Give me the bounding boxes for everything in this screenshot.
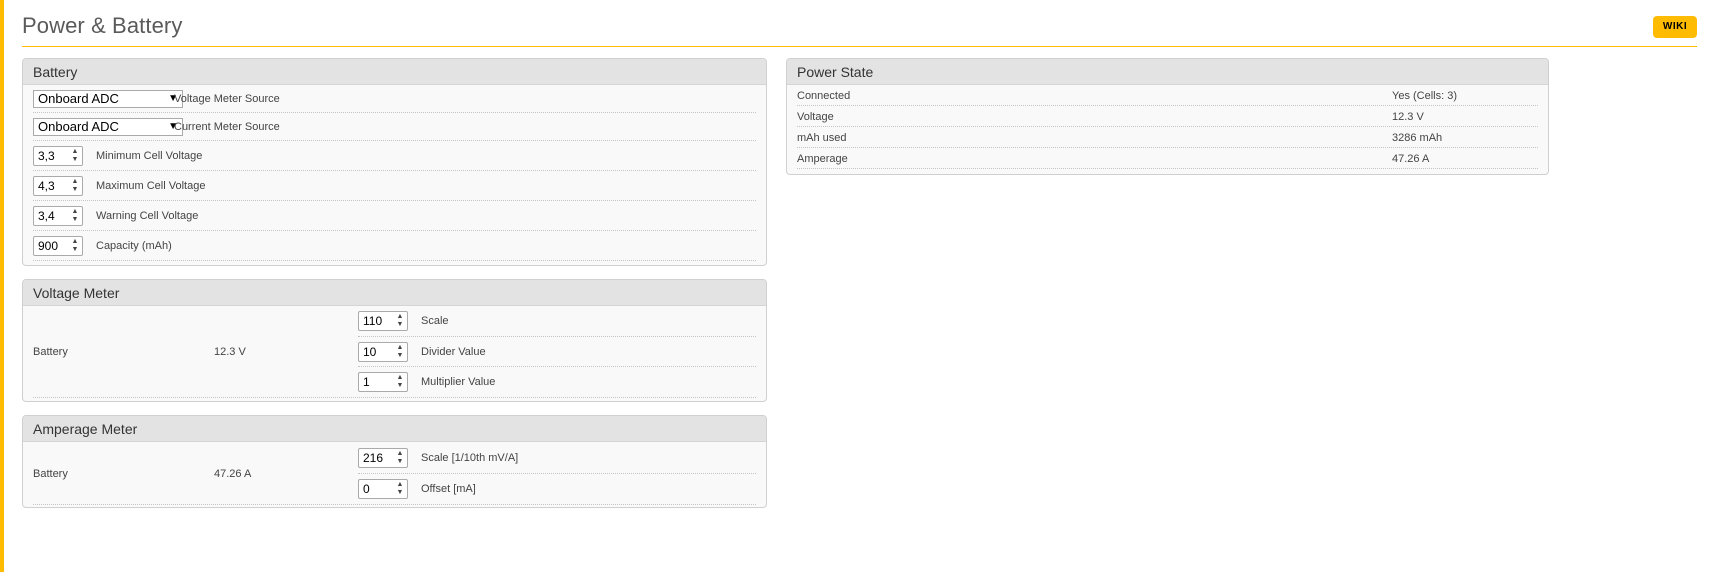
power-state-row: Voltage 12.3 V: [797, 106, 1538, 127]
current-meter-source-label: Current Meter Source: [174, 120, 280, 133]
warning-cell-voltage-input[interactable]: 3,4 ▲ ▼: [33, 205, 83, 226]
voltage-meter-panel-title: Voltage Meter: [23, 280, 766, 306]
voltage-meter-reading: 12.3 V: [214, 345, 246, 358]
amperage-meter-panel-title: Amperage Meter: [23, 416, 766, 442]
capacity-label: Capacity (mAh): [96, 239, 172, 252]
battery-panel-title: Battery: [23, 59, 766, 85]
power-state-value: 47.26 A: [1392, 153, 1430, 165]
warning-cell-voltage-label: Warning Cell Voltage: [96, 209, 199, 222]
spinner-arrows-icon[interactable]: ▲ ▼: [395, 449, 405, 467]
current-meter-source-select[interactable]: Onboard ADC ▼: [33, 117, 183, 136]
battery-panel: Battery Onboard ADC ▼ Voltage Meter Sour…: [22, 58, 767, 266]
voltage-multiplier-row: 1 ▲ ▼ Multiplier Value: [358, 367, 756, 397]
amperage-scale-value: 216: [363, 451, 384, 465]
voltage-meter-source-label: Voltage Meter Source: [174, 92, 280, 105]
amperage-meter-source-name: Battery: [33, 467, 68, 480]
min-cell-voltage-label: Minimum Cell Voltage: [96, 149, 203, 162]
warning-cell-voltage-value: 3,4: [38, 208, 55, 223]
amperage-scale-label: Scale [1/10th mV/A]: [421, 452, 519, 464]
power-state-panel: Power State Connected Yes (Cells: 3) Vol…: [786, 58, 1549, 175]
current-source-row: Onboard ADC ▼ Current Meter Source: [33, 113, 756, 141]
max-cell-row: 4,3 ▲ ▼ Maximum Cell Voltage: [33, 171, 756, 201]
amperage-offset-value: 0: [363, 482, 370, 496]
power-state-value: 3286 mAh: [1392, 132, 1443, 144]
amperage-meter-settings: 216 ▲ ▼ Scale [1/10th mV/A] 0 ▲ ▼ Offset […: [358, 443, 756, 504]
voltage-source-row: Onboard ADC ▼ Voltage Meter Source: [33, 85, 756, 113]
amperage-offset-row: 0 ▲ ▼ Offset [mA]: [358, 474, 756, 504]
power-state-panel-title: Power State: [787, 59, 1548, 85]
max-cell-voltage-label: Maximum Cell Voltage: [96, 179, 206, 192]
voltage-meter-panel: Voltage Meter Battery 12.3 V 110 ▲ ▼ Scal…: [22, 279, 767, 402]
spinner-arrows-icon[interactable]: ▲ ▼: [70, 177, 80, 195]
voltage-divider-value: 10: [363, 344, 377, 359]
amperage-offset-label: Offset [mA]: [421, 483, 476, 495]
spinner-arrows-icon[interactable]: ▲ ▼: [395, 373, 405, 391]
voltage-meter-source-select[interactable]: Onboard ADC ▼: [33, 89, 183, 108]
power-state-key: mAh used: [797, 132, 847, 144]
power-state-value: 12.3 V: [1392, 111, 1424, 123]
amperage-meter-reading: 47.26 A: [214, 467, 252, 480]
voltage-meter-source-value: Onboard ADC: [38, 90, 119, 106]
power-state-row: mAh used 3286 mAh: [797, 127, 1538, 148]
amperage-scale-row: 216 ▲ ▼ Scale [1/10th mV/A]: [358, 443, 756, 474]
power-state-key: Voltage: [797, 111, 834, 123]
voltage-scale-label: Scale: [421, 315, 449, 327]
spinner-arrows-icon[interactable]: ▲ ▼: [395, 343, 405, 361]
voltage-multiplier-value: 1: [363, 375, 370, 389]
min-cell-voltage-input[interactable]: 3,3 ▲ ▼: [33, 145, 83, 166]
page-title: Power & Battery: [22, 13, 183, 38]
capacity-row: 900 ▲ ▼ Capacity (mAh): [33, 231, 756, 261]
voltage-multiplier-input[interactable]: 1 ▲ ▼: [358, 372, 408, 392]
min-cell-voltage-value: 3,3: [38, 148, 55, 163]
max-cell-voltage-value: 4,3: [38, 178, 55, 193]
amperage-meter-group: Battery 47.26 A 216 ▲ ▼ Scale [1/10th mV/…: [33, 443, 756, 505]
power-state-row: Amperage 47.26 A: [797, 148, 1538, 169]
voltage-divider-input[interactable]: 10 ▲ ▼: [358, 341, 408, 362]
voltage-meter-source-name: Battery: [33, 345, 68, 358]
voltage-multiplier-label: Multiplier Value: [421, 376, 496, 388]
voltage-scale-value: 110: [363, 314, 383, 328]
amperage-offset-input[interactable]: 0 ▲ ▼: [358, 479, 408, 499]
amperage-meter-panel: Amperage Meter Battery 47.26 A 216 ▲ ▼ Sc…: [22, 415, 767, 508]
voltage-scale-row: 110 ▲ ▼ Scale: [358, 306, 756, 337]
spinner-arrows-icon[interactable]: ▲ ▼: [395, 312, 405, 330]
voltage-scale-input[interactable]: 110 ▲ ▼: [358, 311, 408, 331]
power-state-row: Connected Yes (Cells: 3): [797, 85, 1538, 106]
warn-cell-row: 3,4 ▲ ▼ Warning Cell Voltage: [33, 201, 756, 231]
power-state-key: Connected: [797, 90, 851, 102]
voltage-divider-label: Divider Value: [421, 345, 486, 358]
capacity-value: 900: [38, 238, 59, 253]
power-state-key: Amperage: [797, 153, 848, 165]
min-cell-row: 3,3 ▲ ▼ Minimum Cell Voltage: [33, 141, 756, 171]
power-state-value: Yes (Cells: 3): [1392, 90, 1458, 102]
capacity-input[interactable]: 900 ▲ ▼: [33, 235, 83, 256]
left-accent-bar: [0, 0, 4, 572]
voltage-meter-settings: 110 ▲▼ Scale 10 ▲▼ Divider Value 1 ▲▼: [358, 306, 756, 397]
voltage-meter-group: Battery 12.3 V 110 ▲ ▼ Scale 10 ▲ ▼ Divide…: [33, 306, 756, 398]
voltage-divider-row: 10 ▲ ▼ Divider Value: [358, 337, 756, 367]
spinner-arrows-icon[interactable]: ▲ ▼: [70, 207, 80, 225]
spinner-arrows-icon[interactable]: ▲ ▼: [70, 147, 80, 165]
wiki-button[interactable]: WIKI: [1653, 16, 1697, 38]
spinner-arrows-icon[interactable]: ▲ ▼: [70, 237, 80, 255]
page-header: Power & Battery WIKI: [22, 0, 1697, 47]
max-cell-voltage-input[interactable]: 4,3 ▲ ▼: [33, 175, 83, 196]
current-meter-source-value: Onboard ADC: [38, 118, 119, 134]
amperage-scale-input[interactable]: 216 ▲ ▼: [358, 448, 408, 468]
spinner-arrows-icon[interactable]: ▲ ▼: [395, 480, 405, 498]
